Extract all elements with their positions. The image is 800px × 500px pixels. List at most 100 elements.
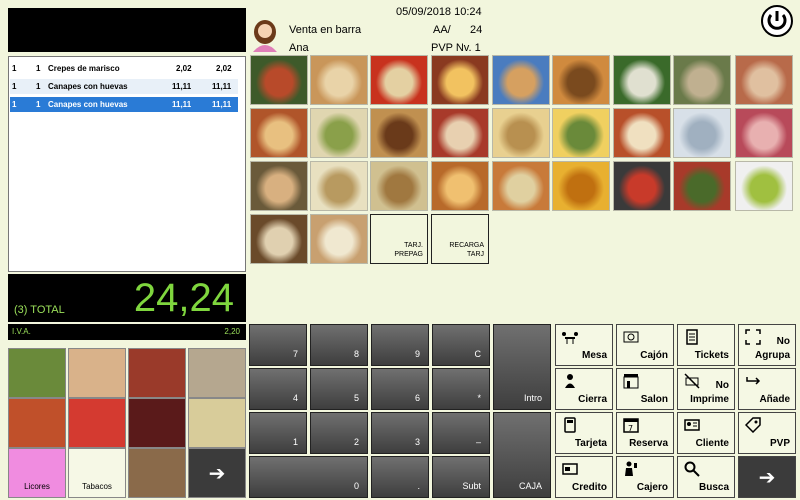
product-tile[interactable] bbox=[370, 55, 428, 105]
key-clear[interactable]: C bbox=[432, 324, 490, 366]
card-terminal-icon bbox=[564, 417, 576, 433]
family-tile[interactable] bbox=[188, 398, 246, 448]
arrow-right-icon: ➔ bbox=[758, 467, 776, 489]
product-tile[interactable] bbox=[370, 161, 428, 211]
product-tile[interactable] bbox=[250, 55, 308, 105]
product-tile[interactable] bbox=[431, 55, 489, 105]
recarga-tarj-button[interactable]: RECARGA TARJ bbox=[431, 214, 489, 264]
id-card-icon bbox=[684, 419, 700, 431]
reserva-button[interactable]: 7 Reserva bbox=[616, 412, 674, 454]
key-9[interactable]: 9 bbox=[371, 324, 429, 366]
families-next-button[interactable]: ➔ bbox=[188, 448, 246, 498]
product-tile[interactable] bbox=[250, 161, 308, 211]
family-licores[interactable]: Licores bbox=[8, 448, 66, 498]
busca-button[interactable]: Busca bbox=[677, 456, 735, 498]
credito-button[interactable]: Credito bbox=[555, 456, 613, 498]
waiter-icon bbox=[565, 374, 575, 388]
key-caja[interactable]: CAJA bbox=[493, 412, 551, 498]
tarj-prepag-button[interactable]: TARJ. PREPAG bbox=[370, 214, 428, 264]
key-intro[interactable]: Intro bbox=[493, 324, 551, 410]
product-tile[interactable] bbox=[250, 108, 308, 158]
user-name: Ana bbox=[289, 42, 309, 54]
row-index: 1 bbox=[12, 64, 17, 73]
key-0[interactable]: 0 bbox=[249, 456, 368, 498]
total-label: (3) TOTAL bbox=[14, 304, 65, 316]
customer-display bbox=[8, 8, 246, 52]
row-total: 11,11 bbox=[212, 100, 232, 109]
anade-button[interactable]: Añade bbox=[738, 368, 796, 410]
key-minus[interactable]: – bbox=[432, 412, 490, 454]
product-tile[interactable] bbox=[370, 108, 428, 158]
row-name: Crepes de marisco bbox=[48, 64, 120, 73]
key-decimal[interactable]: . bbox=[371, 456, 429, 498]
product-tile[interactable] bbox=[310, 214, 368, 264]
svg-text:7: 7 bbox=[628, 424, 633, 433]
product-tile[interactable] bbox=[552, 108, 610, 158]
tarjeta-button[interactable]: Tarjeta bbox=[555, 412, 613, 454]
key-7[interactable]: 7 bbox=[249, 324, 307, 366]
product-tile[interactable] bbox=[613, 55, 671, 105]
cajero-button[interactable]: Cajero bbox=[616, 456, 674, 498]
power-button[interactable] bbox=[760, 4, 794, 38]
key-2[interactable]: 2 bbox=[310, 412, 368, 454]
product-tile[interactable] bbox=[673, 55, 731, 105]
cliente-button[interactable]: Cliente bbox=[677, 412, 735, 454]
ticket-row[interactable]: 1 1 Canapes con huevas 11,11 11,11 bbox=[10, 79, 238, 94]
key-3[interactable]: 3 bbox=[371, 412, 429, 454]
key-multiply[interactable]: * bbox=[432, 368, 490, 410]
product-tile[interactable] bbox=[250, 214, 308, 264]
mesa-button[interactable]: Mesa bbox=[555, 324, 613, 366]
product-tile[interactable] bbox=[310, 161, 368, 211]
product-tile[interactable] bbox=[310, 108, 368, 158]
product-tile[interactable] bbox=[613, 161, 671, 211]
key-4[interactable]: 4 bbox=[249, 368, 307, 410]
pvp-button[interactable]: PVP bbox=[738, 412, 796, 454]
product-tile[interactable] bbox=[431, 108, 489, 158]
product-tile[interactable] bbox=[673, 161, 731, 211]
product-tile[interactable] bbox=[492, 108, 550, 158]
product-tile[interactable] bbox=[613, 108, 671, 158]
ticket-list[interactable]: 1 1 Crepes de marisco 2,02 2,02 1 1 Cana… bbox=[8, 56, 246, 272]
table-icon bbox=[562, 332, 578, 344]
family-tile[interactable] bbox=[128, 348, 186, 398]
family-tile[interactable] bbox=[68, 348, 126, 398]
family-tile[interactable] bbox=[8, 348, 66, 398]
product-tile[interactable] bbox=[492, 55, 550, 105]
product-tile[interactable] bbox=[552, 161, 610, 211]
tickets-button[interactable]: Tickets bbox=[677, 324, 735, 366]
product-tile[interactable] bbox=[431, 161, 489, 211]
product-tile[interactable] bbox=[552, 55, 610, 105]
no-agrupa-button[interactable]: No Agrupa bbox=[738, 324, 796, 366]
product-tile[interactable] bbox=[673, 108, 731, 158]
family-tile[interactable] bbox=[188, 348, 246, 398]
no-imprime-button[interactable]: No Imprime bbox=[677, 368, 735, 410]
calendar-icon: 7 bbox=[623, 418, 639, 433]
family-tile[interactable] bbox=[8, 398, 66, 448]
family-tile[interactable] bbox=[128, 448, 186, 498]
key-6[interactable]: 6 bbox=[371, 368, 429, 410]
row-qty: 1 bbox=[36, 82, 41, 91]
cajon-button[interactable]: Cajón bbox=[616, 324, 674, 366]
product-tile[interactable] bbox=[735, 108, 793, 158]
product-tile[interactable] bbox=[492, 161, 550, 211]
ticket-row-selected[interactable]: 1 1 Canapes con huevas 11,11 11,11 bbox=[10, 97, 238, 112]
key-8[interactable]: 8 bbox=[310, 324, 368, 366]
key-5[interactable]: 5 bbox=[310, 368, 368, 410]
salon-button[interactable]: Salon bbox=[616, 368, 674, 410]
product-tile[interactable] bbox=[310, 55, 368, 105]
functions-next-button[interactable]: ➔ bbox=[738, 456, 796, 498]
price-tag-icon bbox=[745, 417, 761, 433]
family-tile[interactable] bbox=[68, 398, 126, 448]
key-1[interactable]: 1 bbox=[249, 412, 307, 454]
iva-value: 2,20 bbox=[224, 327, 240, 336]
row-name: Canapes con huevas bbox=[48, 82, 128, 91]
family-tabacos[interactable]: Tabacos bbox=[68, 448, 126, 498]
key-subtotal[interactable]: Subt bbox=[432, 456, 490, 498]
ticket-row[interactable]: 1 1 Crepes de marisco 2,02 2,02 bbox=[10, 61, 238, 76]
ticket-icon bbox=[686, 329, 698, 345]
total-display: (3) TOTAL 24,24 bbox=[8, 274, 246, 322]
family-tile[interactable] bbox=[128, 398, 186, 448]
product-tile[interactable] bbox=[735, 161, 793, 211]
product-tile[interactable] bbox=[735, 55, 793, 105]
cierra-button[interactable]: Cierra bbox=[555, 368, 613, 410]
